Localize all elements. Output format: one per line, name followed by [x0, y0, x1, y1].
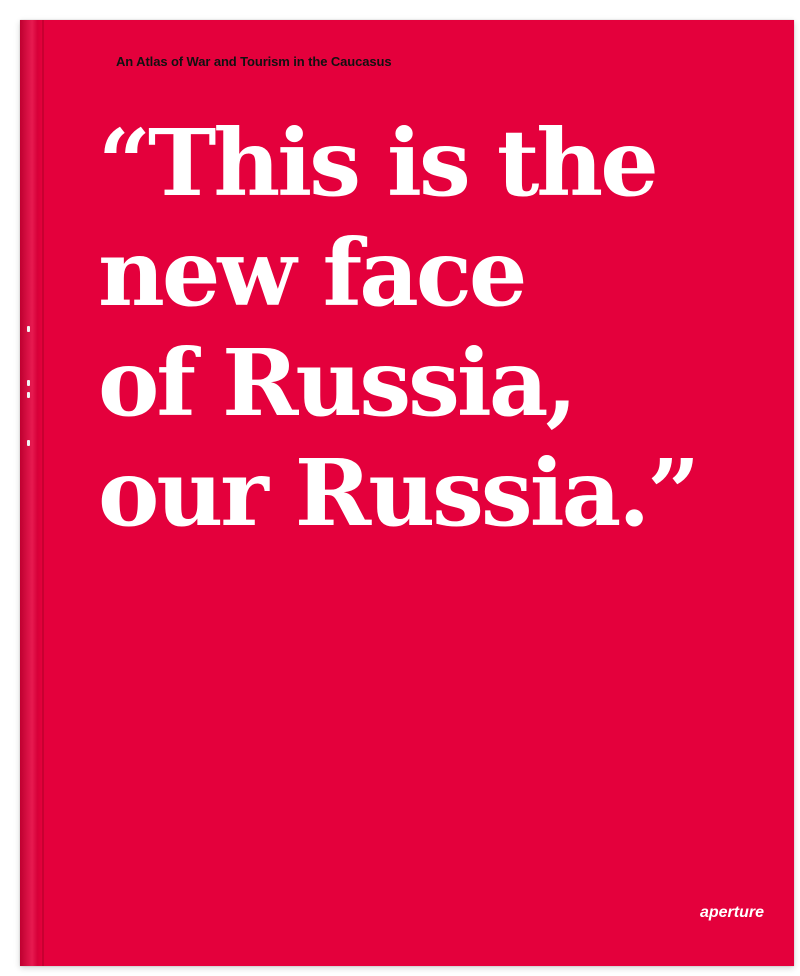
- book-cover: An Atlas of War and Tourism in the Cauca…: [20, 20, 794, 966]
- spine-mark: [27, 326, 30, 332]
- spine-mark: [27, 380, 30, 386]
- spine-shading: [20, 20, 42, 966]
- quote-line: new face: [98, 219, 527, 327]
- quote-line: our Russia.”: [98, 439, 700, 547]
- publisher-logo: aperture: [699, 904, 764, 921]
- spine-crease: [42, 20, 44, 966]
- quote-line: of Russia,: [98, 329, 578, 437]
- spine-mark: [27, 440, 30, 446]
- quote-line: “This is the: [98, 109, 659, 217]
- book-subtitle: An Atlas of War and Tourism in the Cauca…: [116, 54, 392, 69]
- cover-quote: “This is the new face of Russia, our Rus…: [98, 108, 700, 548]
- spine-mark: [27, 392, 30, 398]
- stage: An Atlas of War and Tourism in the Cauca…: [0, 0, 800, 976]
